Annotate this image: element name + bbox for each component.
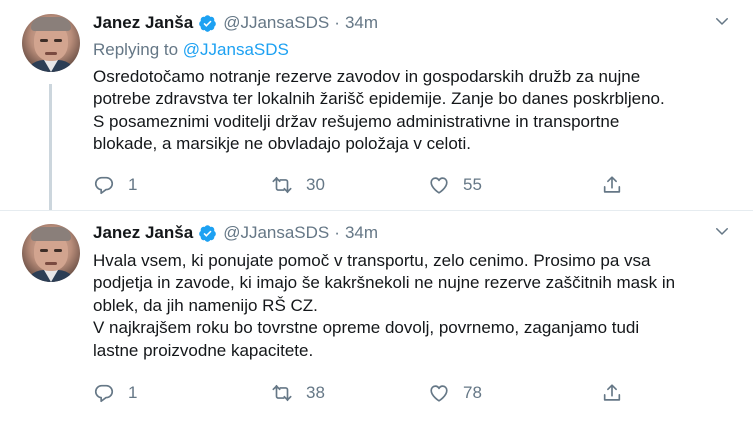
author-name[interactable]: Janez Janša [93,13,193,33]
chevron-down-icon[interactable] [713,12,731,30]
retweet-icon [272,384,292,402]
reply-count: 1 [128,175,138,194]
verified-badge-icon [199,14,216,32]
share-icon [603,176,621,193]
tweet[interactable]: Janez Janša @JJansaSDS · 34m Hvala vsem,… [0,211,753,428]
reply-button[interactable]: 1 [93,173,137,197]
verified-badge-icon [199,224,216,242]
tweet-actions: 1 38 78 [93,381,633,405]
author-handle[interactable]: @JJansaSDS [223,223,329,243]
tweet-header: Janez Janša @JJansaSDS · 34m [93,222,378,244]
reply-count: 1 [128,383,138,402]
reply-button[interactable]: 1 [93,381,137,405]
tweet-header: Janez Janša @JJansaSDS · 34m [93,12,378,34]
tweet-timestamp[interactable]: 34m [345,223,378,243]
separator-dot: · [334,13,340,32]
like-button[interactable]: 78 [428,381,482,405]
tweet[interactable]: Janez Janša @JJansaSDS · 34m Replying to… [0,0,753,210]
retweet-icon [272,176,292,194]
chevron-down-icon[interactable] [713,222,731,240]
heart-icon [430,385,448,402]
separator-dot: · [334,223,340,242]
retweet-button[interactable]: 30 [271,173,325,197]
like-count: 78 [463,383,482,402]
tweet-timestamp[interactable]: 34m [345,13,378,33]
replying-to-handle-link[interactable]: @JJansaSDS [183,40,289,59]
avatar[interactable] [22,14,80,72]
tweet-text: Hvala vsem, ki ponujate pomoč v transpor… [93,251,676,360]
retweet-button[interactable]: 38 [271,381,325,405]
thread-line [49,84,52,210]
share-icon [603,384,621,401]
replying-to-label: Replying to [93,40,179,59]
like-button[interactable]: 55 [428,173,482,197]
tweet-actions: 1 30 55 [93,173,633,197]
share-button[interactable] [601,173,623,197]
author-handle[interactable]: @JJansaSDS [223,13,329,33]
retweet-count: 30 [306,175,325,194]
avatar[interactable] [22,224,80,282]
reply-icon [94,384,114,403]
tweet-text: Osredotočamo notranje rezerve zavodov in… [93,67,665,154]
reply-icon [94,176,114,195]
share-button[interactable] [601,381,623,405]
replying-to: Replying to @JJansaSDS [93,40,289,60]
retweet-count: 38 [306,383,325,402]
like-count: 55 [463,175,482,194]
author-name[interactable]: Janez Janša [93,223,193,243]
heart-icon [430,177,448,194]
